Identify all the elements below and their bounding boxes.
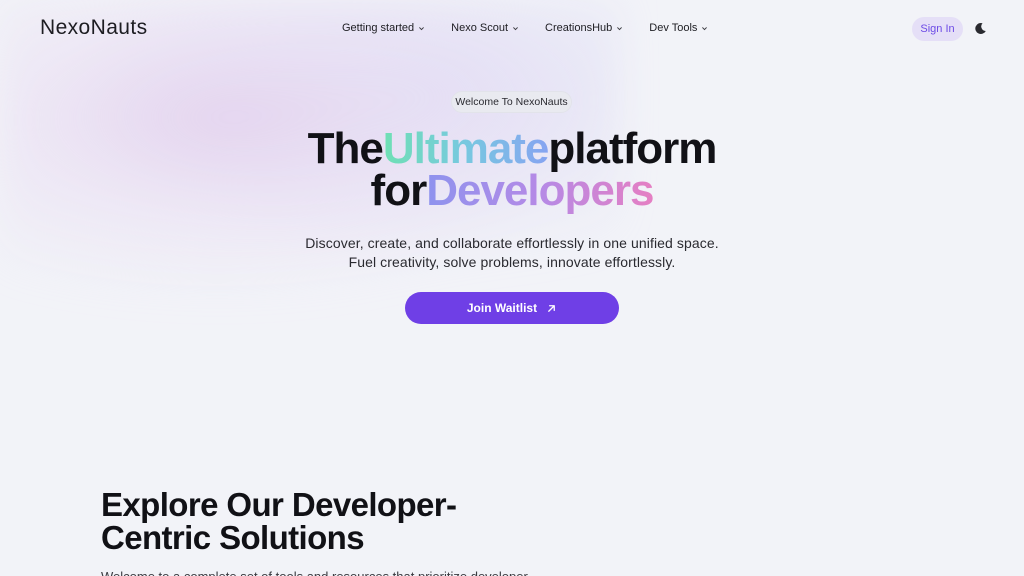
nav-item-label: CreationsHub [545, 22, 613, 34]
nav-item-label: Nexo Scout [451, 22, 509, 34]
theme-toggle-button[interactable] [970, 18, 990, 38]
hero-subtitle-line2: Fuel creativity, solve problems, innovat… [348, 254, 676, 270]
main-nav: Getting started Nexo Scout CreationsHub … [342, 22, 734, 34]
nav-getting-started[interactable]: Getting started [342, 22, 425, 34]
nav-nexo-scout[interactable]: Nexo Scout [451, 22, 519, 34]
solutions-title: Explore Our Developer-Centric Solutions [101, 486, 457, 556]
hero-subtitle-line1: Discover, create, and collaborate effort… [305, 235, 719, 251]
moon-icon [974, 22, 986, 34]
nav-item-label: Getting started [342, 22, 415, 34]
cta-label: Join Waitlist [466, 301, 538, 315]
join-waitlist-button[interactable]: Join Waitlist [405, 292, 619, 324]
sign-in-button[interactable]: Sign In [912, 17, 963, 41]
nav-dev-tools[interactable]: Dev Tools [649, 22, 708, 34]
hero-headline-line2: forDevelopers [0, 166, 1024, 216]
welcome-badge: Welcome To NexoNauts [451, 91, 572, 113]
nav-item-label: Dev Tools [649, 22, 698, 34]
chevron-down-icon [419, 26, 425, 30]
nav-creations-hub[interactable]: CreationsHub [545, 22, 623, 34]
headline-highlight-developers: Developers [426, 166, 654, 215]
chevron-down-icon [513, 26, 518, 30]
solutions-intro: Welcome to a complete set of tools and r… [101, 570, 561, 576]
chevron-down-icon [617, 26, 623, 30]
headline-word-for: for [370, 166, 428, 215]
chevron-down-icon [702, 26, 708, 30]
brand-logo[interactable]: NexoNauts [40, 16, 147, 40]
arrow-up-right-icon [548, 304, 556, 312]
top-navbar: NexoNauts Getting started Nexo Scout Cre… [0, 0, 1024, 58]
